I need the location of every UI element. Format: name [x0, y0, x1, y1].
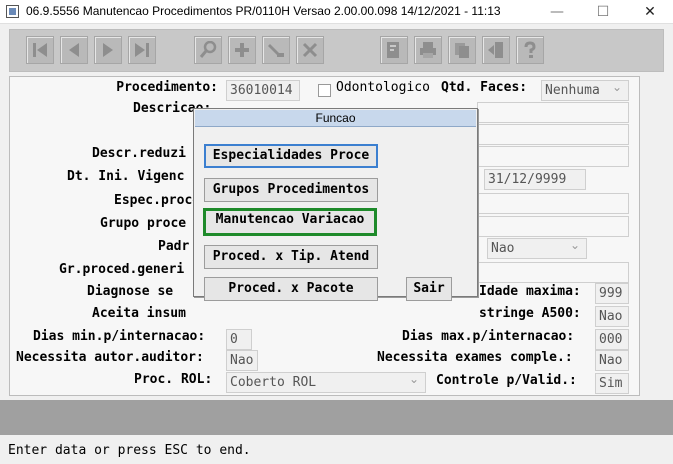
gr-proced-generico-field[interactable]	[477, 262, 629, 283]
toolbar	[9, 29, 664, 72]
print-icon[interactable]	[414, 36, 442, 64]
proc-rol-select[interactable]: Coberto ROL	[226, 372, 426, 393]
descricao-field-2[interactable]	[477, 124, 629, 145]
edit-icon[interactable]	[262, 36, 290, 64]
especialidades-proced-button[interactable]: Especialidades Proce	[204, 144, 378, 168]
proc-rol-label: Proc. ROL:	[134, 372, 213, 387]
dias-max-internacao-field[interactable]: 000	[595, 329, 629, 350]
help-icon[interactable]	[516, 36, 544, 64]
search-icon[interactable]	[194, 36, 222, 64]
proced-pacote-button[interactable]: Proced. x Pacote	[204, 277, 378, 301]
procedimento-label: Procedimento:	[116, 80, 218, 95]
necessita-autor-auditor-field[interactable]: Nao	[226, 350, 258, 371]
descricao-field[interactable]	[477, 102, 629, 123]
close-button[interactable]: ✕	[627, 0, 673, 24]
status-message: Enter data or press ESC to end.	[8, 443, 251, 458]
dt-ini-vigencia-label: Dt. Ini. Vigenc	[67, 169, 185, 184]
idade-maxima-field[interactable]: 999	[595, 283, 629, 304]
diagnose-label: Diagnose se	[87, 284, 174, 299]
delete-icon[interactable]	[296, 36, 324, 64]
exit-icon[interactable]	[482, 36, 510, 64]
maximize-button[interactable]: ☐	[580, 0, 626, 24]
odontologico-checkbox[interactable]	[318, 84, 331, 97]
descr-reduzida-label: Descr.reduzi	[92, 146, 186, 161]
add-icon[interactable]	[228, 36, 256, 64]
controle-validacao-label: Controle p/Valid.:	[436, 373, 577, 388]
necessita-exames-field[interactable]: Nao	[595, 350, 629, 371]
title-bar: 06.9.5556 Manutencao Procedimentos PR/01…	[0, 0, 673, 24]
grupos-procedimentos-button[interactable]: Grupos Procedimentos	[204, 178, 378, 202]
grupo-proced-label: Grupo proce	[100, 216, 187, 231]
app-icon	[6, 5, 19, 18]
dialog-title: Funcao	[195, 110, 476, 127]
controle-validacao-field[interactable]: Sim	[595, 373, 629, 394]
dias-min-internacao-field[interactable]: 0	[226, 329, 252, 350]
message-area	[0, 400, 673, 435]
necessita-exames-label: Necessita exames comple.:	[377, 350, 573, 365]
dias-max-internacao-label: Dias max.p/internacao:	[402, 329, 575, 344]
qtd-faces-label: Qtd. Faces:	[441, 80, 528, 95]
necessita-autor-auditor-label: Necessita autor.auditor:	[16, 350, 204, 365]
restringe-a500-field[interactable]: Nao	[595, 306, 629, 327]
copy-icon[interactable]	[448, 36, 476, 64]
first-record-icon[interactable]	[26, 36, 54, 64]
padrao-label: Padr	[158, 239, 190, 254]
minimize-button[interactable]: —	[534, 0, 580, 24]
procedimento-field[interactable]: 36010014	[226, 80, 300, 101]
dt-fim-vigencia-field[interactable]: 31/12/9999	[484, 169, 586, 190]
last-record-icon[interactable]	[128, 36, 156, 64]
grupo-proced-field[interactable]	[477, 216, 629, 237]
qtd-faces-select[interactable]: Nenhuma	[541, 80, 629, 101]
padrao-select[interactable]: Nao	[487, 238, 587, 259]
espec-proced-field[interactable]	[477, 193, 629, 214]
descr-reduzida-field[interactable]	[477, 146, 629, 167]
filter-icon[interactable]	[380, 36, 408, 64]
manutencao-variacao-button[interactable]: Manutencao Variacao	[203, 208, 377, 236]
dias-min-internacao-label: Dias min.p/internacao:	[33, 329, 206, 344]
idade-maxima-label: Idade maxima:	[479, 284, 581, 299]
window-title: 06.9.5556 Manutencao Procedimentos PR/01…	[26, 4, 501, 18]
funcao-dialog: Funcao Especialidades Proce Grupos Proce…	[193, 108, 478, 301]
sair-button[interactable]: Sair	[406, 277, 452, 301]
restringe-a500-label: stringe A500:	[479, 306, 581, 321]
proced-tip-atend-button[interactable]: Proced. x Tip. Atend	[204, 245, 378, 269]
gr-proced-generico-label: Gr.proced.generi	[59, 262, 185, 277]
previous-record-icon[interactable]	[60, 36, 88, 64]
espec-proced-label: Espec.proce	[114, 193, 201, 208]
next-record-icon[interactable]	[94, 36, 122, 64]
aceita-insumo-label: Aceita insum	[92, 306, 186, 321]
odontologico-label: Odontologico	[336, 80, 430, 95]
